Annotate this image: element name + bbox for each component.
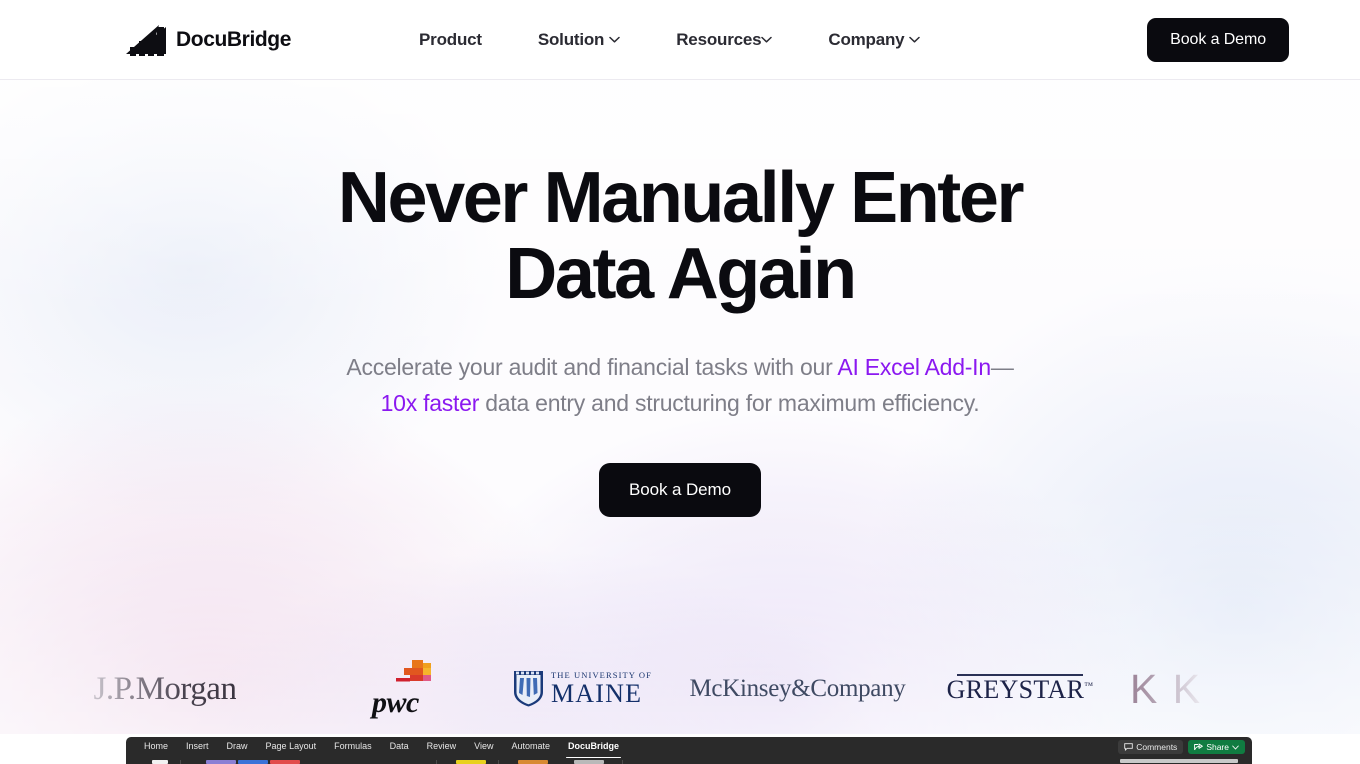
page-title: Never Manually Enter Data Again: [0, 160, 1360, 313]
pwc-blocks-icon: [372, 660, 438, 686]
excel-tab-formulas[interactable]: Formulas: [325, 737, 381, 756]
subhead-highlight-ai-excel-addin: AI Excel Add-In: [837, 353, 991, 380]
mckinsey-logo: McKinsey&Company: [689, 675, 906, 702]
logo-item-greystar: GREYSTAR™: [910, 653, 1130, 725]
excel-comments-label: Comments: [1136, 742, 1178, 752]
share-arrow-icon: [1194, 743, 1204, 751]
nav-item-label: Company: [828, 29, 905, 49]
chevron-down-icon: [909, 36, 921, 43]
logo-item-pwc: pwc: [330, 653, 480, 725]
bar-chart-arrow-icon: [126, 23, 172, 57]
nav-item-company[interactable]: Company: [828, 29, 921, 50]
ribbon-icon-7: [574, 760, 604, 764]
excel-tab-automate[interactable]: Automate: [503, 737, 560, 756]
excel-tab-page-layout[interactable]: Page Layout: [257, 737, 326, 756]
excel-tab-home[interactable]: Home: [135, 737, 177, 756]
excel-share-button[interactable]: Share: [1188, 740, 1245, 754]
excel-ribbon-preview: Home Insert Draw Page Layout Formulas Da…: [126, 737, 1252, 764]
nav-item-product[interactable]: Product: [419, 30, 482, 50]
landing-page: DocuBridge Product Solution Resources Co…: [0, 0, 1360, 764]
ribbon-icon-4: [270, 760, 300, 764]
excel-tab-draw[interactable]: Draw: [218, 737, 257, 756]
nav-item-label: Product: [419, 29, 482, 49]
logo-item-university-of-maine: THE UNIVERSITY OF MAINE: [480, 653, 685, 725]
greystar-trademark: ™: [1084, 680, 1094, 691]
brand-name: DocuBridge: [176, 28, 292, 51]
ribbon-icon-3: [238, 760, 268, 764]
excel-tab-view[interactable]: View: [465, 737, 502, 756]
jpmorgan-logo: J.P.Morgan: [93, 670, 237, 707]
kkr-logo: K K: [1130, 665, 1203, 712]
excel-tab-docubridge[interactable]: DocuBridge: [559, 737, 628, 758]
headline-line-2: Data Again: [505, 234, 857, 315]
subhead-highlight-10x-faster: 10x faster: [380, 389, 480, 416]
site-header: DocuBridge Product Solution Resources Co…: [0, 0, 1360, 80]
ribbon-right-bar: [1120, 759, 1238, 763]
ribbon-icon-2: [206, 760, 236, 764]
subhead-part-3: data entry and structuring for maximum e…: [479, 389, 980, 416]
hero-subheading: Accelerate your audit and financial task…: [0, 349, 1360, 422]
headline-line-1: Never Manually Enter: [337, 158, 1025, 238]
excel-comments-button[interactable]: Comments: [1118, 740, 1184, 754]
maine-logo-line-2: MAINE: [550, 678, 643, 708]
maine-shield-icon: [513, 671, 544, 707]
hero-section: Never Manually Enter Data Again Accelera…: [0, 80, 1360, 734]
ribbon-icon-1: [152, 760, 168, 764]
nav-item-label: Resources: [676, 29, 762, 49]
chevron-down-icon: [1232, 745, 1239, 750]
ribbon-icon-5: [456, 760, 486, 764]
pwc-wordmark: pwc: [372, 686, 419, 719]
excel-ribbon-icon-row: [126, 758, 1252, 764]
excel-tab-review[interactable]: Review: [418, 737, 466, 756]
chevron-down-icon: [609, 36, 620, 43]
subhead-part-1: Accelerate your audit and financial task…: [346, 353, 838, 380]
excel-ribbon-tabs: Home Insert Draw Page Layout Formulas Da…: [126, 737, 1252, 758]
logo-item-jpmorgan: J.P.Morgan: [0, 653, 330, 725]
header-book-demo-button[interactable]: Book a Demo: [1147, 17, 1289, 62]
brand-logo[interactable]: DocuBridge: [126, 23, 291, 57]
subhead-dash: —: [990, 353, 1014, 380]
logo-item-mckinsey: McKinsey&Company: [685, 653, 910, 725]
customer-logo-marquee: J.P.Morgan pwc THE UNIVERSITY OF MAINE M…: [0, 653, 1360, 725]
nav-item-label: Solution: [537, 29, 605, 49]
logo-item-kkr: K K: [1130, 653, 1310, 725]
excel-tab-data[interactable]: Data: [381, 737, 418, 756]
excel-ribbon-actions: Comments Share: [1118, 740, 1245, 754]
chevron-down-icon: [761, 36, 773, 43]
speech-bubble-icon: [1124, 743, 1133, 751]
nav-item-solution[interactable]: Solution: [538, 30, 620, 50]
excel-share-label: Share: [1206, 742, 1229, 752]
greystar-logo: GREYSTAR™: [946, 675, 1094, 705]
excel-tab-insert[interactable]: Insert: [177, 737, 218, 756]
ribbon-icon-6: [518, 760, 548, 764]
nav-item-resources[interactable]: Resources: [676, 29, 773, 50]
main-nav: Product Solution Resources Company: [419, 29, 921, 50]
hero-book-demo-button[interactable]: Book a Demo: [599, 463, 761, 518]
